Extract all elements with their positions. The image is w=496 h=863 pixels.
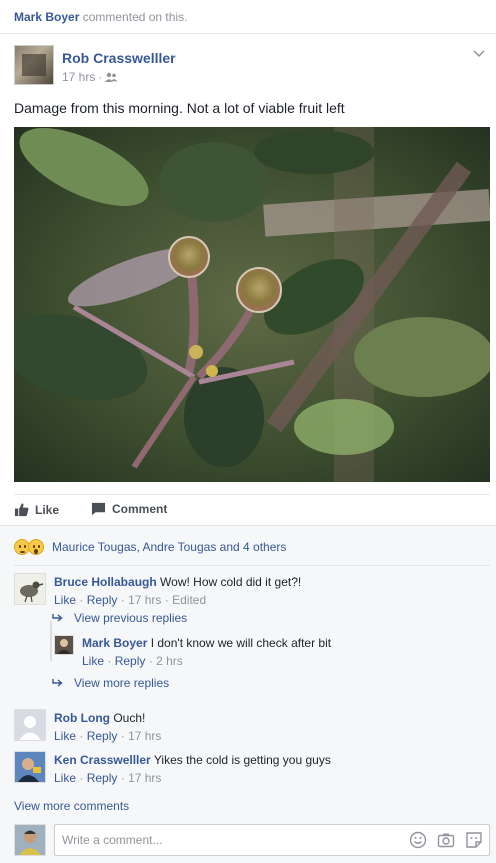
person-avatar-icon [15,752,45,782]
comment-label: Comment [112,502,168,516]
comment-meta: Like · Reply · 17 hrs · Edited [54,593,207,607]
person-avatar-icon [57,639,71,654]
comment-author-link[interactable]: Rob Long [54,711,110,725]
comment-reply-link[interactable]: Reply [87,729,118,743]
avatar[interactable] [14,709,46,741]
reply-meta: Like · Reply · 2 hrs [82,654,183,668]
bird-avatar-icon [20,581,44,603]
comment-like-link[interactable]: Like [54,771,76,785]
comment-reply-link[interactable]: Reply [87,771,118,785]
view-more-replies-link[interactable]: View more replies [52,676,169,690]
reply-arrow-icon [52,679,63,687]
author-avatar[interactable] [14,45,54,85]
post-timestamp[interactable]: 17 hrs [62,70,95,84]
comment-body: Rob Long Ouch! Like · Reply · 17 hrs [54,709,161,745]
like-label: Like [35,502,60,517]
avatar[interactable] [54,635,74,655]
comment-author-link[interactable]: Bruce Hollabaugh [54,575,157,589]
view-more-comments-link[interactable]: View more comments [14,799,129,813]
comments-section: Maurice Tougas, Andre Tougas and 4 other… [0,525,496,863]
reply-item: Mark Boyer I don't know we will check af… [54,635,331,670]
avatar[interactable] [14,573,46,605]
comment-timestamp[interactable]: 17 hrs [128,593,161,607]
comment-item: Bruce Hollabaugh Wow! How cold did it ge… [14,573,301,609]
comment-composer[interactable] [54,824,490,856]
comment-meta: Like · Reply · 17 hrs [54,771,162,785]
comment-reply-link[interactable]: Reply [87,593,118,607]
comment-text: Yikes the cold is getting you guys [153,753,331,767]
comment-like-link[interactable]: Like [54,593,76,607]
chevron-down-icon[interactable] [472,46,486,60]
view-more-replies-label: View more replies [74,676,170,690]
divider [0,33,496,34]
author-name-link[interactable]: Rob Crasswelller [62,50,176,66]
divider [14,565,490,566]
emoji-icon[interactable] [409,831,427,849]
view-previous-replies-label: View previous replies [74,611,188,625]
comment-meta: Like · Reply · 17 hrs [54,729,162,743]
person-avatar-icon [15,825,45,855]
divider [14,494,490,495]
comment-item: Rob Long Ouch! Like · Reply · 17 hrs [14,709,161,745]
comment-input[interactable] [55,825,375,855]
reply-timestamp[interactable]: 2 hrs [156,654,183,668]
reply-text: I don't know we will check after bit [150,636,332,650]
comment-text: Ouch! [113,711,146,725]
composer-icons [409,831,483,849]
friends-icon[interactable] [105,72,118,83]
reply-reply-link[interactable]: Reply [115,654,146,668]
comment-text: Wow! How cold did it get?! [160,575,302,589]
thumbs-up-icon [14,503,29,517]
comment-like-link[interactable]: Like [54,729,76,743]
reply-thread-line [50,621,52,661]
activity-line: Mark Boyer commented on this. [14,10,187,24]
wow-reaction-icon [28,539,44,555]
comment-author-link[interactable]: Ken Crasswelller [54,753,151,767]
reactions-summary[interactable]: Maurice Tougas, Andre Tougas and 4 other… [14,539,286,555]
reply-arrow-icon [52,614,63,622]
like-button[interactable]: Like [14,502,59,517]
reply-like-link[interactable]: Like [82,654,104,668]
comment-edited-link[interactable]: Edited [172,593,206,607]
avatar [14,824,46,856]
avatar[interactable] [14,751,46,783]
meta-separator: · [98,70,103,84]
reply-body: Mark Boyer I don't know we will check af… [82,634,331,670]
apple-blossom-photo [14,127,490,482]
comment-body: Bruce Hollabaugh Wow! How cold did it ge… [54,573,301,609]
comment-item: Ken Crasswelller Yikes the cold is getti… [14,751,331,787]
reactions-names-link[interactable]: Maurice Tougas, Andre Tougas and 4 other… [52,540,286,554]
sticker-icon[interactable] [465,831,483,849]
comment-button[interactable]: Comment [91,502,167,516]
view-previous-replies-link[interactable]: View previous replies [52,611,187,625]
post-photo[interactable] [14,127,490,482]
comment-timestamp[interactable]: 17 hrs [128,771,161,785]
post-text: Damage from this morning. Not a lot of v… [14,100,345,116]
post-meta: 17 hrs · [62,70,118,84]
post-card: Mark Boyer commented on this. Rob Crassw… [0,0,496,863]
comment-icon [91,502,106,516]
activity-action-text: commented on this. [82,10,188,24]
comment-timestamp[interactable]: 17 hrs [128,729,161,743]
activity-actor-link[interactable]: Mark Boyer [14,10,79,24]
comment-body: Ken Crasswelller Yikes the cold is getti… [54,751,331,787]
default-avatar-icon [19,716,41,740]
camera-icon[interactable] [437,831,455,849]
reply-author-link[interactable]: Mark Boyer [82,636,147,650]
